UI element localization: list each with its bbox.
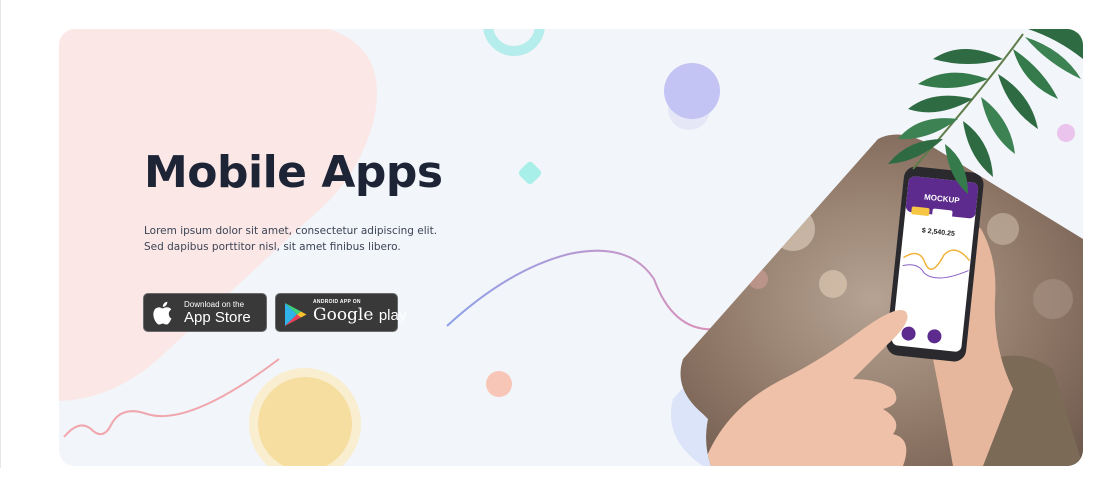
bokeh-light-shape xyxy=(771,207,815,251)
pink-blob-shape xyxy=(59,29,377,401)
bokeh-light-shape xyxy=(748,269,768,289)
apple-icon xyxy=(153,301,172,325)
hero-description: Lorem ipsum dolor sit amet, consectetur … xyxy=(144,223,474,255)
bokeh-light-shape xyxy=(1033,279,1073,319)
hero-title: Mobile Apps xyxy=(144,147,443,198)
teal-diamond-shape xyxy=(518,161,542,185)
hero-description-line: Sed dapibus porttitor nisl, sit amet fin… xyxy=(144,241,401,253)
google-play-icon xyxy=(285,303,307,326)
page-left-border xyxy=(0,0,1,468)
hero-description-line: Lorem ipsum dolor sit amet, consectetur … xyxy=(144,225,438,237)
peach-circle-shape xyxy=(486,371,512,397)
google-play-brand: Google xyxy=(313,305,374,325)
app-store-big-text: App Store xyxy=(184,309,251,326)
bokeh-light-shape xyxy=(987,213,1019,245)
app-store-small-text: Download on the xyxy=(184,300,245,309)
teal-ring-shape xyxy=(483,29,545,56)
app-store-button[interactable]: Download on the App Store xyxy=(143,293,267,332)
hero-banner: Mobile Apps Lorem ipsum dolor sit amet, … xyxy=(59,29,1083,466)
phone-hand-illustration: MOCKUP $ 2,540.25 xyxy=(671,29,1083,466)
google-play-brand-text: Google play xyxy=(313,305,406,325)
bokeh-light-shape xyxy=(819,270,847,298)
google-play-button[interactable]: ANDROID APP ON Google play xyxy=(275,293,406,332)
google-play-play-text: play xyxy=(378,307,407,324)
